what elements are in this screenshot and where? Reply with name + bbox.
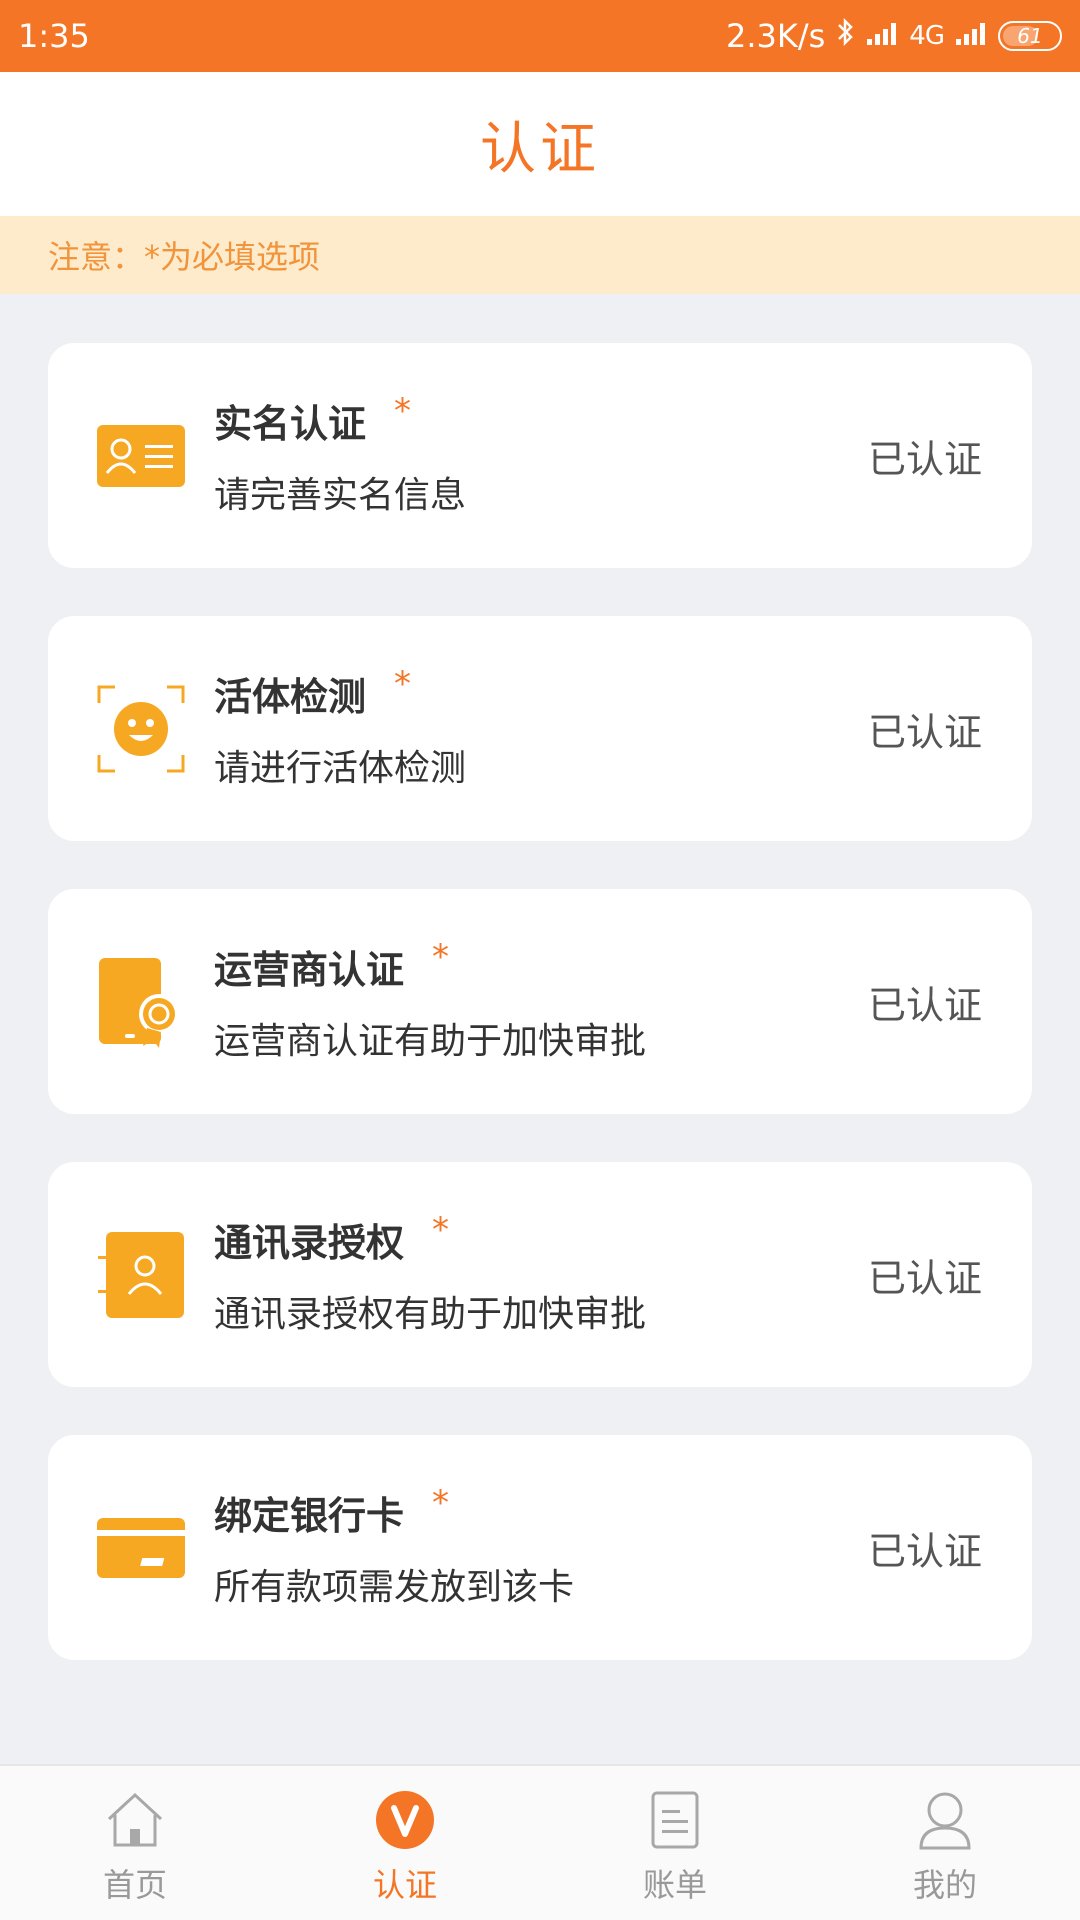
nav-item-verify[interactable]: 认证 bbox=[270, 1766, 540, 1920]
status-label: 已认证 bbox=[867, 710, 982, 754]
card-bank[interactable]: 绑定银行卡 * 所有款项需发放到该卡 已认证 bbox=[48, 1435, 1032, 1660]
required-star: * bbox=[432, 1210, 450, 1250]
network-type: 4G bbox=[909, 21, 945, 51]
card-subtitle: 所有款项需发放到该卡 bbox=[214, 1567, 575, 1608]
nav-label: 我的 bbox=[912, 1866, 977, 1904]
bluetooth-icon bbox=[835, 17, 855, 55]
card-title-row: 活体检测 * bbox=[214, 664, 466, 721]
card-text: 实名认证 * 请完善实名信息 bbox=[214, 391, 467, 518]
status-label: 已认证 bbox=[867, 1256, 982, 1300]
bill-icon bbox=[643, 1788, 707, 1852]
card-title-row: 绑定银行卡 * bbox=[214, 1483, 574, 1540]
card-real-name[interactable]: 实名认证 * 请完善实名信息 已认证 bbox=[48, 343, 1032, 568]
required-star: * bbox=[432, 1483, 450, 1523]
id-card-icon bbox=[94, 409, 188, 503]
card-subtitle: 请进行活体检测 bbox=[214, 748, 467, 789]
verify-v-icon bbox=[373, 1788, 437, 1852]
card-contacts[interactable]: 通讯录授权 * 通讯录授权有助于加快审批 已认证 bbox=[48, 1162, 1032, 1387]
title-bar: 认证 bbox=[0, 72, 1080, 216]
face-scan-icon bbox=[94, 682, 188, 776]
status-label: 已认证 bbox=[867, 1529, 982, 1573]
battery-value: 61 bbox=[1017, 24, 1043, 48]
card-subtitle: 通讯录授权有助于加快审批 bbox=[214, 1294, 647, 1335]
card-text: 通讯录授权 * 通讯录授权有助于加快审批 bbox=[214, 1210, 647, 1337]
nav-label: 首页 bbox=[102, 1866, 167, 1904]
card-carrier[interactable]: 运营商认证 * 运营商认证有助于加快审批 已认证 bbox=[48, 889, 1032, 1114]
net-speed: 2.3K/s bbox=[725, 17, 826, 55]
required-star: * bbox=[432, 937, 450, 977]
required-star: * bbox=[394, 664, 412, 704]
card-text: 绑定银行卡 * 所有款项需发放到该卡 bbox=[214, 1483, 575, 1610]
card-subtitle: 请完善实名信息 bbox=[214, 475, 467, 516]
card-title: 通讯录授权 bbox=[214, 1221, 405, 1265]
card-title-row: 实名认证 * bbox=[214, 391, 466, 448]
card-liveness[interactable]: 活体检测 * 请进行活体检测 已认证 bbox=[48, 616, 1032, 841]
card-title: 运营商认证 bbox=[214, 948, 405, 992]
nav-label: 账单 bbox=[642, 1866, 707, 1904]
status-label: 已认证 bbox=[867, 983, 982, 1027]
page-title: 认证 bbox=[480, 116, 600, 182]
card-title: 实名认证 bbox=[214, 402, 367, 446]
status-indicators: 2.3K/s 4G 61 bbox=[726, 17, 1062, 55]
card-title-row: 通讯录授权 * bbox=[214, 1210, 646, 1267]
nav-item-bill[interactable]: 账单 bbox=[540, 1766, 810, 1920]
contacts-icon bbox=[94, 1228, 188, 1322]
phone-badge-icon bbox=[94, 955, 188, 1049]
notice-text: 注意：*为必填选项 bbox=[48, 238, 321, 276]
bottom-nav: 首页 认证 账单 我的 bbox=[0, 1764, 1080, 1920]
card-subtitle: 运营商认证有助于加快审批 bbox=[214, 1021, 647, 1062]
status-bar: 1:35 2.3K/s 4G 61 bbox=[0, 0, 1080, 72]
nav-item-profile[interactable]: 我的 bbox=[810, 1766, 1080, 1920]
nav-label: 认证 bbox=[372, 1866, 437, 1904]
required-star: * bbox=[394, 391, 412, 431]
home-icon bbox=[103, 1788, 167, 1852]
signal-hd-icon bbox=[865, 17, 899, 55]
status-time: 1:35 bbox=[18, 17, 90, 55]
card-title: 绑定银行卡 bbox=[214, 1494, 405, 1538]
required-notice: 注意：*为必填选项 bbox=[0, 216, 1080, 294]
card-title: 活体检测 bbox=[214, 675, 367, 719]
card-text: 运营商认证 * 运营商认证有助于加快审批 bbox=[214, 937, 647, 1064]
bank-card-icon bbox=[94, 1501, 188, 1595]
card-text: 活体检测 * 请进行活体检测 bbox=[214, 664, 467, 791]
card-title-row: 运营商认证 * bbox=[214, 937, 646, 994]
signal-icon bbox=[954, 17, 988, 55]
status-label: 已认证 bbox=[867, 437, 982, 481]
battery-icon: 61 bbox=[998, 21, 1062, 51]
profile-icon bbox=[913, 1788, 977, 1852]
nav-item-home[interactable]: 首页 bbox=[0, 1766, 270, 1920]
verification-list: 实名认证 * 请完善实名信息 已认证 活体检测 * 请进行活体检测 已认证 运营… bbox=[48, 343, 1032, 1708]
